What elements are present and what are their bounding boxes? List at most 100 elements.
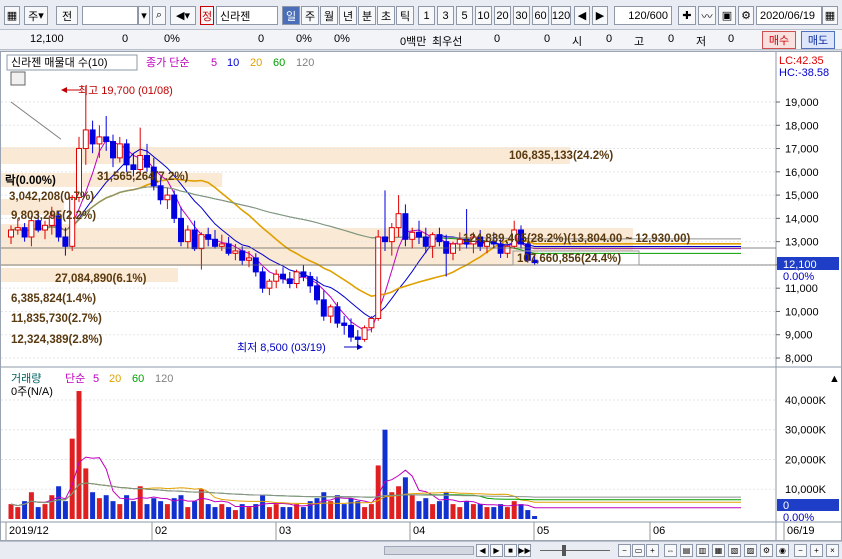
- candle-body: [409, 231, 416, 240]
- interval-2[interactable]: 월: [320, 6, 338, 25]
- count-input[interactable]: 120/600: [614, 6, 672, 25]
- tool-icon-6[interactable]: ▨: [744, 544, 757, 557]
- table-icon[interactable]: [10, 71, 26, 86]
- volume-bar: [103, 495, 109, 519]
- interval-4[interactable]: 분: [358, 6, 376, 25]
- calendar-icon[interactable]: ▦: [822, 6, 838, 25]
- sell-button[interactable]: 매도: [801, 31, 835, 49]
- collapse-icon[interactable]: ▲: [829, 373, 840, 385]
- code-dropdown-icon[interactable]: ▾: [138, 6, 150, 25]
- candle-body: [144, 155, 150, 168]
- plus-icon[interactable]: +: [810, 544, 823, 557]
- candle-body: [198, 234, 205, 250]
- interval-5[interactable]: 초: [377, 6, 395, 25]
- candle-body: [164, 194, 171, 201]
- volume-bar: [396, 486, 402, 519]
- interval-1[interactable]: 주: [301, 6, 319, 25]
- play-icon[interactable]: ▶: [490, 544, 503, 557]
- stock-code-input[interactable]: 215600: [82, 6, 138, 25]
- interval-3[interactable]: 년: [339, 6, 357, 25]
- tool-icon-2[interactable]: ▤: [680, 544, 693, 557]
- open-label: 시: [572, 36, 583, 48]
- number-120[interactable]: 120: [551, 6, 571, 25]
- next-icon[interactable]: ▶▶: [518, 544, 531, 557]
- chart-type-dropdown[interactable]: 주 ▾: [24, 6, 48, 25]
- x-axis: 2019/12 02 03 04 05 06 06/19: [5, 522, 815, 540]
- volume-bar: [42, 504, 48, 519]
- number-30[interactable]: 30: [513, 6, 530, 25]
- volume-bar: [192, 501, 198, 519]
- volume-bar: [35, 507, 41, 519]
- vp-label: 6,385,824(1.4%): [11, 293, 96, 305]
- price-axis-label: 11,000: [785, 283, 818, 295]
- volume-bar: [416, 501, 422, 519]
- price-legend: 신라젠 매물대 수(10): [11, 56, 108, 69]
- number-20[interactable]: 20: [494, 6, 511, 25]
- candle-body: [368, 317, 375, 329]
- number-10[interactable]: 10: [475, 6, 492, 25]
- price-axis-label: 17,000: [785, 144, 819, 156]
- zoom-fit-icon[interactable]: ▭: [632, 544, 645, 557]
- candle-body: [429, 234, 436, 247]
- price-axis-label: 8,000: [785, 353, 813, 365]
- count-value: 120: [628, 9, 647, 22]
- pct3: 0%: [334, 33, 350, 45]
- number-3[interactable]: 3: [437, 6, 454, 25]
- search-icon[interactable]: ⌕: [152, 6, 166, 25]
- volume-bar: [511, 501, 517, 519]
- candle-body: [456, 238, 463, 245]
- speaker-icon[interactable]: ◀▾: [170, 6, 196, 25]
- volume-bar: [504, 507, 510, 519]
- spin-icon[interactable]: ◀: [574, 6, 590, 25]
- number-60[interactable]: 60: [532, 6, 549, 25]
- volume-bar: [117, 504, 123, 519]
- camera-icon[interactable]: ◉: [776, 544, 789, 557]
- tool-icon-3[interactable]: ▥: [696, 544, 709, 557]
- volume-bars: [8, 391, 538, 519]
- candle-body: [239, 250, 246, 261]
- zoom-slider[interactable]: [540, 545, 610, 556]
- interval-6[interactable]: 틱: [396, 6, 414, 25]
- price-ma-10: 10: [227, 57, 239, 69]
- volume-bar: [287, 507, 293, 519]
- best-label: 최우선: [432, 36, 463, 48]
- spin-right-icon[interactable]: ▶: [592, 6, 608, 25]
- candle-body: [259, 271, 266, 289]
- number-1[interactable]: 1: [418, 6, 435, 25]
- gear-icon[interactable]: ⚙: [738, 6, 754, 25]
- candle-body: [178, 217, 184, 243]
- zoom-out-icon[interactable]: −: [618, 544, 631, 557]
- chart-area[interactable]: 신라젠 매물대 수(10) 종가 단순 5 10 20 60 120 LC:42.35 …: [0, 51, 842, 541]
- vp-label: 3,042,208(0.7%): [9, 191, 94, 203]
- chart-menu-icon[interactable]: ▦: [4, 6, 20, 25]
- trend-icon[interactable]: 〰: [698, 6, 716, 25]
- date-input[interactable]: 2020/06/19: [756, 6, 822, 25]
- zoom-in-icon[interactable]: +: [646, 544, 659, 557]
- scroll-track[interactable]: [384, 546, 474, 555]
- volume-tag-pct: 0.00%: [783, 512, 814, 524]
- number-5[interactable]: 5: [456, 6, 473, 25]
- volume-bar: [185, 507, 191, 519]
- close-icon[interactable]: ×: [826, 544, 839, 557]
- volume-ma-60: 60: [132, 373, 144, 385]
- interval-0[interactable]: 일: [282, 6, 300, 25]
- save-icon[interactable]: ▣: [718, 6, 736, 25]
- stop-icon[interactable]: ■: [504, 544, 517, 557]
- first-icon[interactable]: ◀: [476, 544, 489, 557]
- buy-button[interactable]: 매수: [762, 31, 796, 49]
- grid-icon[interactable]: ✚: [678, 6, 696, 25]
- volume-ma-20: 20: [109, 373, 121, 385]
- settings-icon[interactable]: ⚙: [760, 544, 773, 557]
- price-ma-20: 20: [250, 57, 262, 69]
- vp-band: [1, 147, 570, 164]
- minus-icon[interactable]: −: [794, 544, 807, 557]
- best-value-2: 0: [544, 33, 551, 45]
- volume-bar: [158, 501, 164, 519]
- candle-body: [497, 243, 504, 254]
- tool-icon-5[interactable]: ▧: [728, 544, 741, 557]
- tool-icon-1[interactable]: ⇔: [664, 544, 677, 557]
- tool-icon-4[interactable]: ▦: [712, 544, 725, 557]
- period-dropdown[interactable]: 전: [56, 6, 78, 25]
- volume-bar: [178, 495, 184, 519]
- volume-bar: [90, 492, 96, 519]
